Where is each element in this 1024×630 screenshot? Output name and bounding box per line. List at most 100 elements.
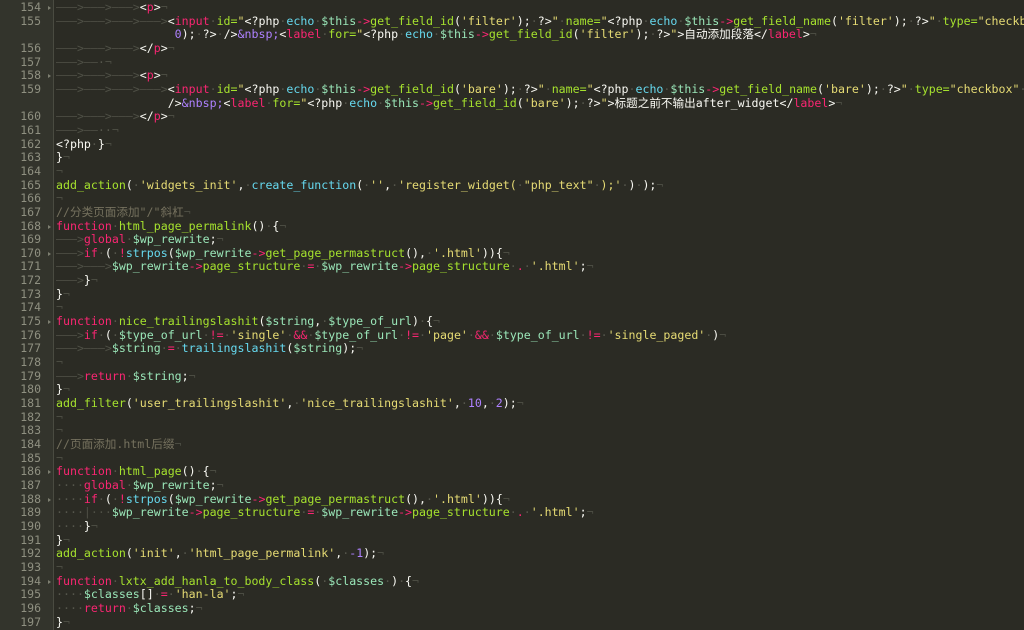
line-number: 189 bbox=[20, 505, 41, 520]
code-line: //页面添加.html后缀¬ bbox=[56, 437, 182, 451]
line-number: 172 bbox=[20, 273, 41, 288]
code-line: ¬ bbox=[56, 423, 63, 438]
line-number: 156 bbox=[20, 40, 41, 55]
line-number: 159 bbox=[20, 81, 41, 96]
line-number: 168 bbox=[0, 219, 54, 234]
line-number: 177 bbox=[20, 341, 41, 356]
line-number: 195 bbox=[20, 587, 41, 602]
code-line: ¬ bbox=[56, 355, 63, 370]
code-line: ———>———>———>———><input·id="<?php·echo·$t… bbox=[56, 13, 1024, 28]
code-line: add_action(·'widgets_init',·create_funct… bbox=[56, 177, 664, 192]
code-line: add_filter('user_trailingslashit',·'nice… bbox=[56, 396, 524, 411]
line-number: 155 bbox=[20, 13, 41, 28]
code-line: ¬ bbox=[56, 450, 63, 465]
code-line: ———>———>———><p>¬ bbox=[56, 0, 168, 14]
fold-arrow-icon[interactable] bbox=[48, 579, 51, 584]
code-line: ····if·(·!strpos($wp_rewrite->get_page_p… bbox=[56, 491, 510, 506]
fold-arrow-icon[interactable] bbox=[48, 224, 51, 229]
code-line: ———>return·$string;¬ bbox=[56, 368, 196, 383]
code-line: }¬ bbox=[56, 382, 70, 397]
line-number: 164 bbox=[20, 163, 41, 178]
code-line: ····return·$classes;¬ bbox=[56, 600, 203, 615]
code-line: ———>———>———></p>¬ bbox=[56, 40, 175, 55]
fold-arrow-icon[interactable] bbox=[48, 74, 51, 79]
code-line-wrap: />&nbsp;<label·for="<?php·echo·$this->ge… bbox=[167, 95, 843, 110]
line-number: 184 bbox=[20, 437, 41, 451]
line-number-wrap bbox=[0, 97, 54, 111]
line-number: 193 bbox=[20, 559, 41, 574]
line-number: 197 bbox=[20, 614, 41, 629]
code-line: ———>———>$wp_rewrite->page_structure·=·$w… bbox=[56, 259, 594, 274]
line-number: 187 bbox=[20, 477, 41, 492]
code-line: ———>if·(·!strpos($wp_rewrite->get_page_p… bbox=[56, 245, 510, 260]
line-number: 165 bbox=[20, 177, 41, 192]
code-line: }¬ bbox=[56, 532, 70, 547]
line-number: 175 bbox=[0, 314, 54, 329]
code-line: ———>if·(·$type_of_url·!=·'single'·&&·$ty… bbox=[56, 327, 727, 342]
code-line: ¬ bbox=[56, 409, 63, 424]
code-line: ———>———>$string·=·trailingslashit($strin… bbox=[56, 341, 364, 356]
line-number: 183 bbox=[20, 423, 41, 438]
fold-arrow-icon[interactable] bbox=[48, 470, 51, 475]
code-line: function·lxtx_add_hanla_to_body_class(·$… bbox=[56, 573, 420, 588]
line-number: 190 bbox=[20, 518, 41, 533]
line-number: 176 bbox=[20, 327, 41, 342]
line-number: 180 bbox=[20, 382, 41, 397]
code-line: <?php·}¬ bbox=[56, 136, 112, 151]
code-line-wrap: 0);·?>·/>&nbsp;<label·for="<?php·echo·$t… bbox=[174, 27, 817, 42]
code-line: ····}¬ bbox=[56, 518, 98, 533]
code-line: //分类页面添加"/"斜杠¬ bbox=[56, 204, 191, 219]
code-line: function·nice_trailingslashit($string,·$… bbox=[56, 314, 440, 329]
code-line: ———>global·$wp_rewrite;¬ bbox=[56, 232, 224, 247]
code-line: ¬ bbox=[56, 191, 63, 206]
line-number-gutter: 154 155 156 157 158 159 160 161 162 163 164 165 16… bbox=[0, 0, 54, 630]
fold-arrow-icon[interactable] bbox=[48, 497, 51, 502]
line-number: 192 bbox=[20, 546, 41, 561]
line-number: 171 bbox=[20, 259, 41, 274]
line-number: 166 bbox=[20, 191, 41, 206]
line-number-wrap bbox=[0, 28, 54, 42]
line-number: 170 bbox=[0, 246, 54, 261]
fold-arrow-icon[interactable] bbox=[48, 320, 51, 325]
line-number: 186 bbox=[0, 465, 54, 479]
line-number: 181 bbox=[20, 396, 41, 411]
code-line: ———>———>———>———><input·id="<?php·echo·$t… bbox=[56, 81, 1024, 96]
line-number: 182 bbox=[20, 409, 41, 424]
code-line: }¬ bbox=[56, 614, 70, 629]
code-line: ¬ bbox=[56, 300, 63, 315]
code-line: ¬ bbox=[56, 163, 63, 178]
code-line: ———>——··¬ bbox=[56, 122, 119, 137]
code-line: ———>}¬ bbox=[56, 273, 98, 288]
code-line: }¬ bbox=[56, 150, 70, 165]
code-line: ¬ bbox=[56, 559, 63, 574]
code-line: add_action('init',·'html_page_permalink'… bbox=[56, 546, 385, 561]
code-line: ———>——·¬ bbox=[56, 54, 112, 69]
line-number: 154 bbox=[0, 0, 54, 15]
code-line: function·html_page()·{¬ bbox=[56, 464, 217, 479]
code-line: ····|···$wp_rewrite->page_structure·=·$w… bbox=[56, 505, 594, 520]
code-line: ———>———>———><p>¬ bbox=[56, 68, 168, 83]
line-number: 179 bbox=[20, 368, 41, 383]
code-line: ····$classes[]·=·'han-la';¬ bbox=[56, 587, 245, 602]
line-number: 173 bbox=[20, 286, 41, 301]
line-number: 158 bbox=[0, 69, 54, 83]
line-number: 162 bbox=[20, 136, 41, 151]
fold-arrow-icon[interactable] bbox=[48, 6, 51, 10]
fold-arrow-icon[interactable] bbox=[48, 251, 51, 256]
line-number: 160 bbox=[20, 109, 41, 124]
line-number: 167 bbox=[20, 204, 41, 219]
line-number: 191 bbox=[20, 532, 41, 547]
line-number: 185 bbox=[20, 450, 41, 465]
code-content-area[interactable]: ———>———>———><p>¬ ———>———>———>———><input·… bbox=[54, 0, 1024, 630]
line-number: 196 bbox=[20, 600, 41, 615]
line-number: 174 bbox=[20, 300, 41, 315]
code-line: ····global·$wp_rewrite;¬ bbox=[56, 477, 224, 492]
code-line: ———>———>———></p>¬ bbox=[56, 109, 175, 124]
line-number: 163 bbox=[20, 150, 41, 165]
line-number: 178 bbox=[20, 355, 41, 370]
line-number: 169 bbox=[20, 232, 41, 247]
code-line: function·html_page_permalink()·{¬ bbox=[56, 218, 287, 233]
code-line: }¬ bbox=[56, 286, 70, 301]
line-number: 194 bbox=[0, 574, 54, 589]
code-editor[interactable]: 154 155 156 157 158 159 160 161 162 163 164 165 16… bbox=[0, 0, 1024, 630]
